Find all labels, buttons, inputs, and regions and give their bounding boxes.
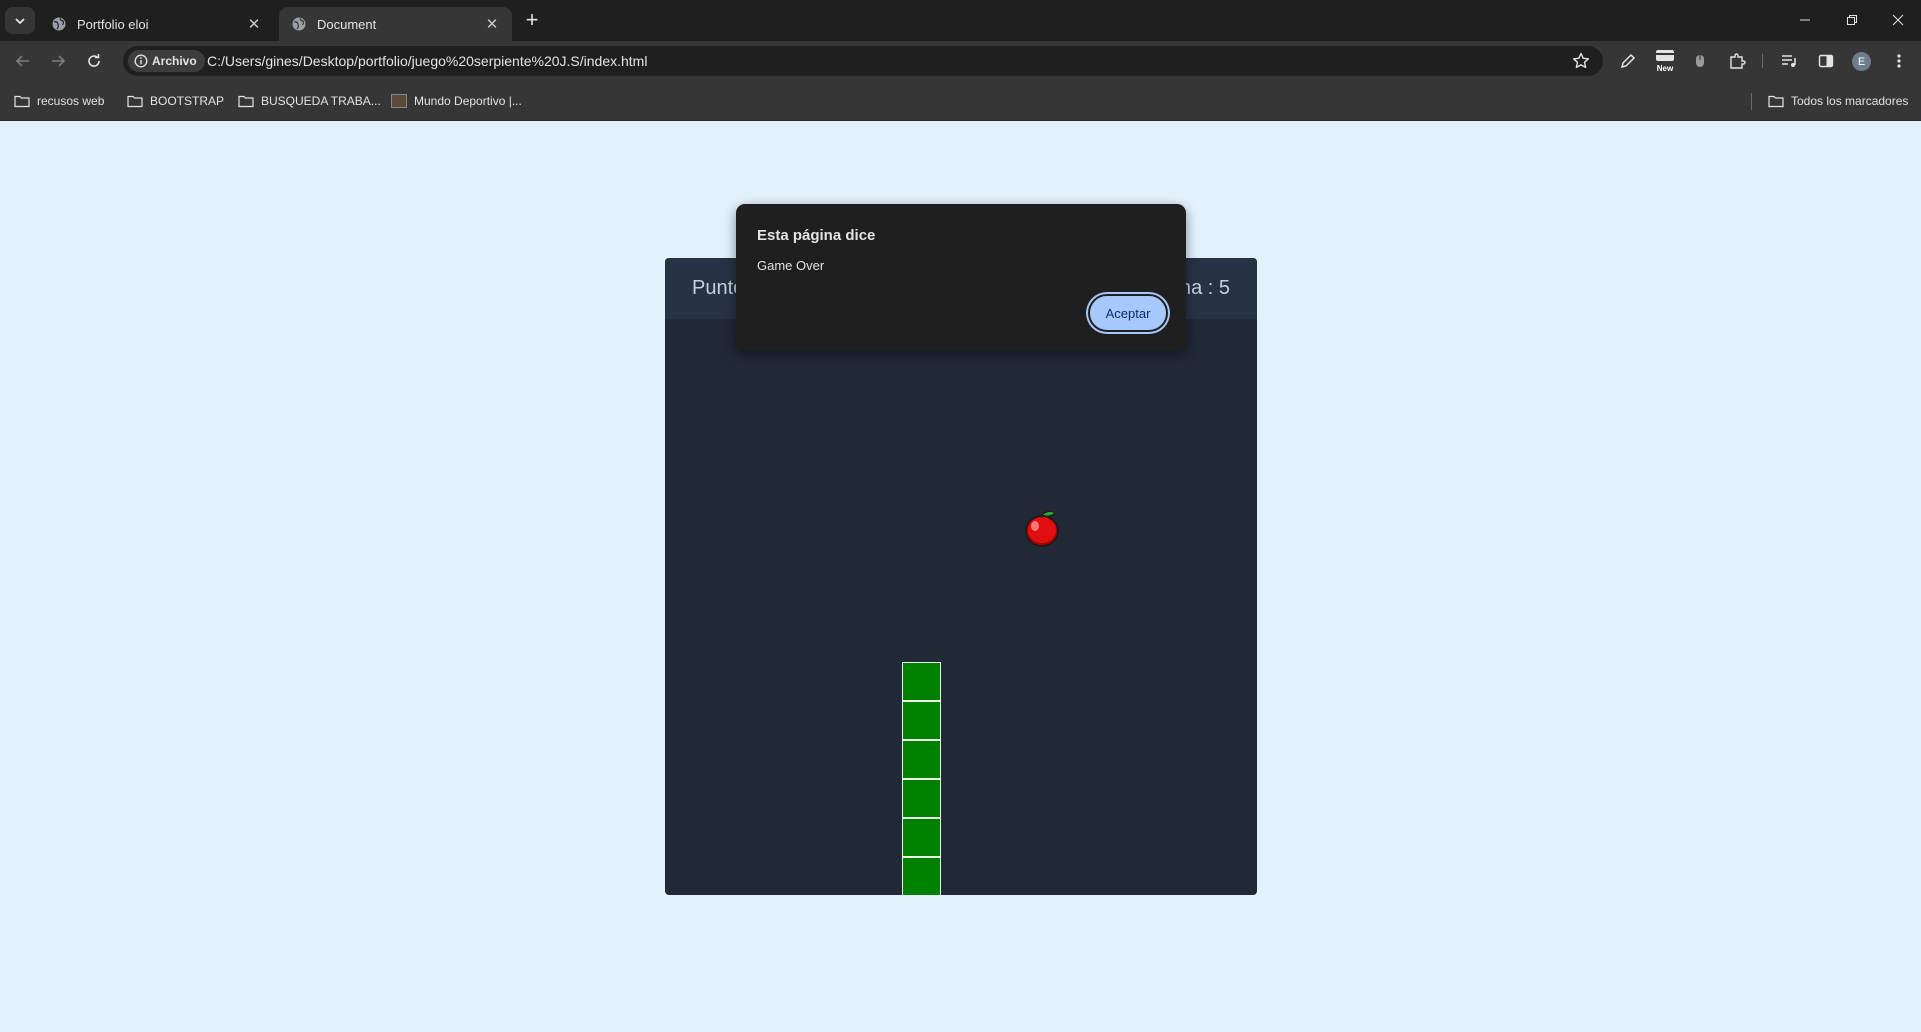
info-icon xyxy=(134,54,148,68)
accept-button[interactable]: Aceptar xyxy=(1088,294,1168,332)
bookmark-label: recusos web xyxy=(37,94,105,108)
bookmarks-bar: recusos web BOOTSTRAP BUSQUEDA TRABA... … xyxy=(0,81,1921,121)
navigation-toolbar: Archivo C:/Users/gines/Desktop/portfolio… xyxy=(0,41,1921,81)
restore-icon xyxy=(1847,15,1857,25)
snake-segment xyxy=(902,818,941,857)
snake-segment xyxy=(902,740,941,779)
arrow-left-icon xyxy=(15,55,29,67)
puzzle-icon xyxy=(1730,53,1746,69)
site-info-chip[interactable]: Archivo xyxy=(128,50,205,72)
tab-title: Document xyxy=(317,16,377,32)
close-window-button[interactable] xyxy=(1875,6,1921,34)
forward-button[interactable] xyxy=(44,47,72,75)
folder-icon xyxy=(14,95,30,108)
game-board: Puntos : 5 Puntuacion maxima : 5 xyxy=(665,258,1257,895)
folder-icon xyxy=(127,95,143,108)
tab-title: Portfolio eloi xyxy=(77,16,149,32)
minimize-icon xyxy=(1800,19,1810,21)
snake-segment xyxy=(902,701,941,740)
new-badge: New xyxy=(1656,64,1674,73)
extensions-menu-button[interactable] xyxy=(1726,50,1748,72)
bookmark-mundo-deportivo[interactable]: Mundo Deportivo |... xyxy=(391,91,522,111)
browser-menu-button[interactable] xyxy=(1888,50,1910,72)
bookmark-recusos-web[interactable]: recusos web xyxy=(14,91,104,111)
card-icon xyxy=(1656,50,1674,61)
side-panel-button[interactable] xyxy=(1815,50,1837,72)
bookmark-label: BUSQUEDA TRABA... xyxy=(261,94,381,108)
reload-button[interactable] xyxy=(80,47,108,75)
bookmark-busqueda-trabajo[interactable]: BUSQUEDA TRABA... xyxy=(238,91,381,111)
playlist-icon xyxy=(1782,55,1796,67)
url-text[interactable]: C:/Users/gines/Desktop/portfolio/juego%2… xyxy=(207,53,647,69)
arrow-right-icon xyxy=(52,55,66,67)
media-controls-button[interactable] xyxy=(1778,50,1800,72)
back-button[interactable] xyxy=(9,47,37,75)
close-icon xyxy=(1892,14,1904,26)
extension-button[interactable] xyxy=(1689,50,1711,72)
tab-document[interactable]: Document ✕ xyxy=(279,7,512,41)
close-icon[interactable]: ✕ xyxy=(246,16,262,33)
bookmark-label: Mundo Deportivo |... xyxy=(414,94,522,108)
dialog-title: Esta página dice xyxy=(757,227,876,244)
bookmark-bootstrap[interactable]: BOOTSTRAP xyxy=(127,91,224,111)
toolbar-divider xyxy=(1762,54,1763,68)
globe-icon xyxy=(291,16,307,32)
folder-icon xyxy=(1768,95,1784,108)
snake-segment xyxy=(902,857,941,895)
more-vertical-icon xyxy=(1897,54,1901,68)
minimize-button[interactable] xyxy=(1782,6,1828,34)
bookmarks-divider xyxy=(1751,93,1752,110)
snake-segment xyxy=(902,779,941,818)
site-info-label: Archivo xyxy=(152,54,197,68)
all-bookmarks-label: Todos los marcadores xyxy=(1791,94,1909,108)
all-bookmarks-button[interactable]: Todos los marcadores xyxy=(1768,91,1908,111)
side-panel-icon xyxy=(1818,54,1834,68)
tab-strip: Portfolio eloi ✕ Document ✕ + xyxy=(0,0,1921,41)
play-field[interactable] xyxy=(665,319,1257,895)
alert-dialog: Esta página dice Game Over Aceptar xyxy=(736,204,1186,350)
reload-icon xyxy=(88,54,100,67)
close-icon[interactable]: ✕ xyxy=(484,16,500,33)
dialog-message: Game Over xyxy=(757,258,825,273)
restore-button[interactable] xyxy=(1829,6,1875,34)
page-viewport: Puntos : 5 Puntuacion maxima : 5 Esta pá… xyxy=(0,121,1921,1032)
bookmark-star-icon[interactable] xyxy=(1571,51,1591,71)
apple-icon xyxy=(1025,509,1059,547)
address-bar[interactable]: Archivo C:/Users/gines/Desktop/portfolio… xyxy=(123,46,1603,76)
pen-icon xyxy=(1620,53,1636,69)
folder-icon xyxy=(238,95,254,108)
new-feature-button[interactable]: New xyxy=(1653,49,1677,73)
snake-segment xyxy=(902,662,941,701)
tab-search-button[interactable] xyxy=(5,7,35,34)
extension-mouse-icon xyxy=(1696,55,1704,67)
profile-avatar[interactable]: E xyxy=(1852,52,1871,71)
chevron-down-icon xyxy=(15,17,25,24)
tab-portfolio[interactable]: Portfolio eloi ✕ xyxy=(39,7,274,41)
site-favicon-icon xyxy=(391,94,407,108)
edit-pen-button[interactable] xyxy=(1617,50,1639,72)
new-tab-button[interactable]: + xyxy=(521,9,543,32)
bookmark-label: BOOTSTRAP xyxy=(150,94,225,108)
globe-icon xyxy=(51,16,67,32)
